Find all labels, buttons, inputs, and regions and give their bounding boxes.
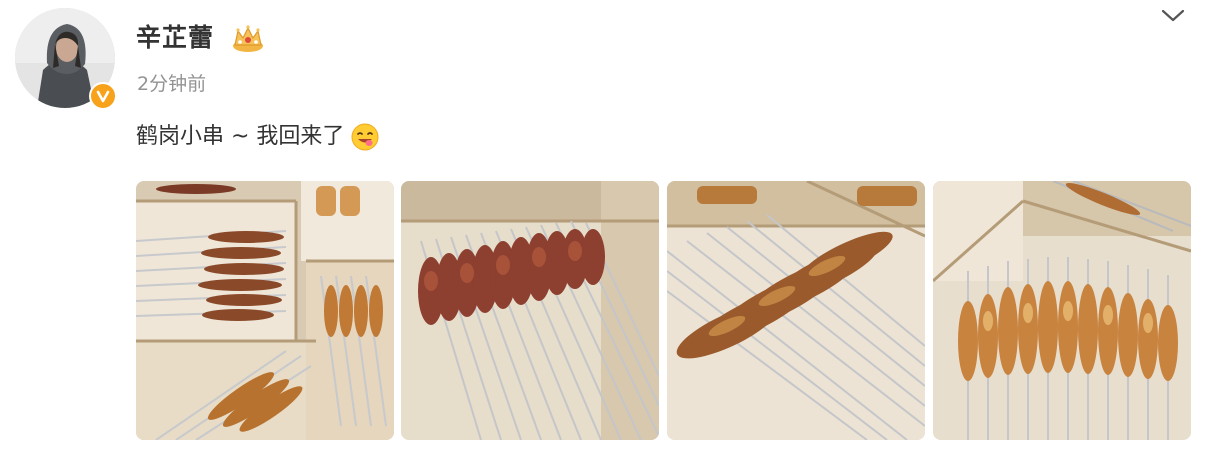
- username[interactable]: 辛芷蕾: [136, 20, 214, 56]
- weibo-post: 辛芷蕾 2分钟前 鹤岗小串 ~ 我回来了: [0, 0, 1220, 457]
- yum-face-emoji-icon: [350, 122, 380, 152]
- photo-skewers-spiced[interactable]: [933, 181, 1191, 440]
- post-text: 鹤岗小串 ~ 我回来了: [136, 124, 345, 149]
- photo-skewers-red-meat[interactable]: [401, 181, 659, 440]
- chevron-down-icon[interactable]: [1160, 4, 1186, 26]
- photo-skewers-boxes[interactable]: [136, 181, 394, 440]
- verified-badge-icon: [89, 82, 117, 110]
- crown-badge-icon[interactable]: [230, 22, 266, 54]
- post-content: 鹤岗小串 ~ 我回来了: [136, 120, 380, 154]
- photo-skewers-grilled[interactable]: [667, 181, 925, 440]
- post-timestamp[interactable]: 2分钟前: [137, 70, 206, 98]
- photo-grid: [136, 181, 1192, 441]
